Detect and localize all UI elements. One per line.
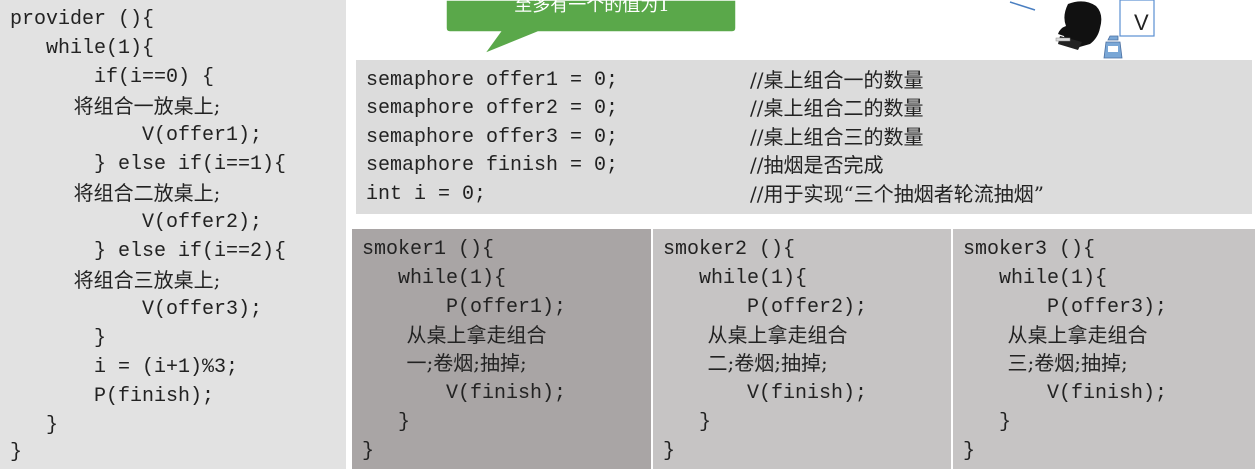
smoker3-line-6: V(finish); [963,382,1168,405]
callout-text: 至多有一个的值为1 [514,0,670,16]
provider-line-4: 将组合一放桌上; [10,94,221,118]
smoker1-line-8: } [362,440,375,463]
decl-comment-5: //用于实现“三个抽烟者轮流抽烟” [750,182,1044,206]
provider-line-1: provider (){ [10,8,155,31]
provider-line-10: 将组合三放桌上; [10,268,221,292]
arrow-line-icon [1009,1,1036,11]
provider-line-16: } [10,441,23,464]
smoker2-line-4: 从桌上拿走组合 [663,323,848,347]
provider-line-5: V(offer1); [10,124,263,147]
provider-line-9: } else if(i==2){ [10,240,287,263]
cigarette-icon [1055,37,1071,42]
smoker2-line-8: } [663,440,676,463]
smoker2-line-5: 二;卷烟;抽掉; [663,351,828,375]
smoker3-line-5: 三;卷烟;抽掉; [963,351,1128,375]
smoker3-line-3: P(offer3); [963,296,1168,319]
decl-comment-1: //桌上组合一的数量 [750,68,924,92]
smoker2-line-6: V(finish); [663,382,868,405]
provider-line-12: } [10,327,107,350]
decl-code-3: semaphore offer3 = 0; [366,126,619,149]
smoker1-line-5: 一;卷烟;抽掉; [362,351,527,375]
smoker3-line-1: smoker3 (){ [963,238,1096,261]
smoker1-line-6: V(finish); [362,382,567,405]
smoker3-line-4: 从桌上拿走组合 [963,323,1148,347]
provider-line-15: } [10,414,59,437]
decl-code-1: semaphore offer1 = 0; [366,69,619,92]
smoker1-code-panel: smoker1 (){ while(1){ P(offer1); 从桌上拿走组合… [352,229,651,469]
provider-line-6: } else if(i==1){ [10,153,287,176]
smoker3-line-8: } [963,440,976,463]
declarations-panel: semaphore offer1 = 0; //桌上组合一的数量 semapho… [356,60,1252,214]
smoker1-line-2: while(1){ [362,267,507,290]
decl-code-5: int i = 0; [366,183,487,206]
smoker2-line-7: } [663,411,712,434]
decl-code-4: semaphore finish = 0; [366,154,619,177]
decl-comment-4: //抽烟是否完成 [750,153,884,177]
provider-line-2: while(1){ [10,37,155,60]
smoker1-line-1: smoker1 (){ [362,238,495,261]
provider-code-panel: provider (){ while(1){ if(i==0) { 将组合一放桌… [0,0,346,469]
smoker2-line-1: smoker2 (){ [663,238,796,261]
decl-comment-2: //桌上组合二的数量 [750,96,924,120]
provider-line-13: i = (i+1)%3; [10,356,239,379]
provider-line-14: P(finish); [10,385,215,408]
smoker1-line-4: 从桌上拿走组合 [362,323,547,347]
provider-line-3: if(i==0) { [10,66,215,89]
smoker2-line-3: P(offer2); [663,296,868,319]
smoker3-line-2: while(1){ [963,267,1108,290]
smoker2-code-panel: smoker2 (){ while(1){ P(offer2); 从桌上拿走组合… [653,229,951,469]
smoker2-line-2: while(1){ [663,267,808,290]
provider-line-11: V(offer3); [10,298,263,321]
smoker-figure-icon [1009,0,1155,59]
provider-line-7: 将组合二放桌上; [10,181,221,205]
bottle-label-icon [1108,46,1118,52]
decl-code-2: semaphore offer2 = 0; [366,97,619,120]
smoker1-line-7: } [362,411,411,434]
provider-line-8: V(offer2); [10,211,263,234]
decl-comment-3: //桌上组合三的数量 [750,125,924,149]
smoker3-line-7: } [963,411,1012,434]
smoker1-line-3: P(offer1); [362,296,567,319]
v-label: V [1134,10,1149,35]
smoker3-code-panel: smoker3 (){ while(1){ P(offer3); 从桌上拿走组合… [953,229,1255,469]
